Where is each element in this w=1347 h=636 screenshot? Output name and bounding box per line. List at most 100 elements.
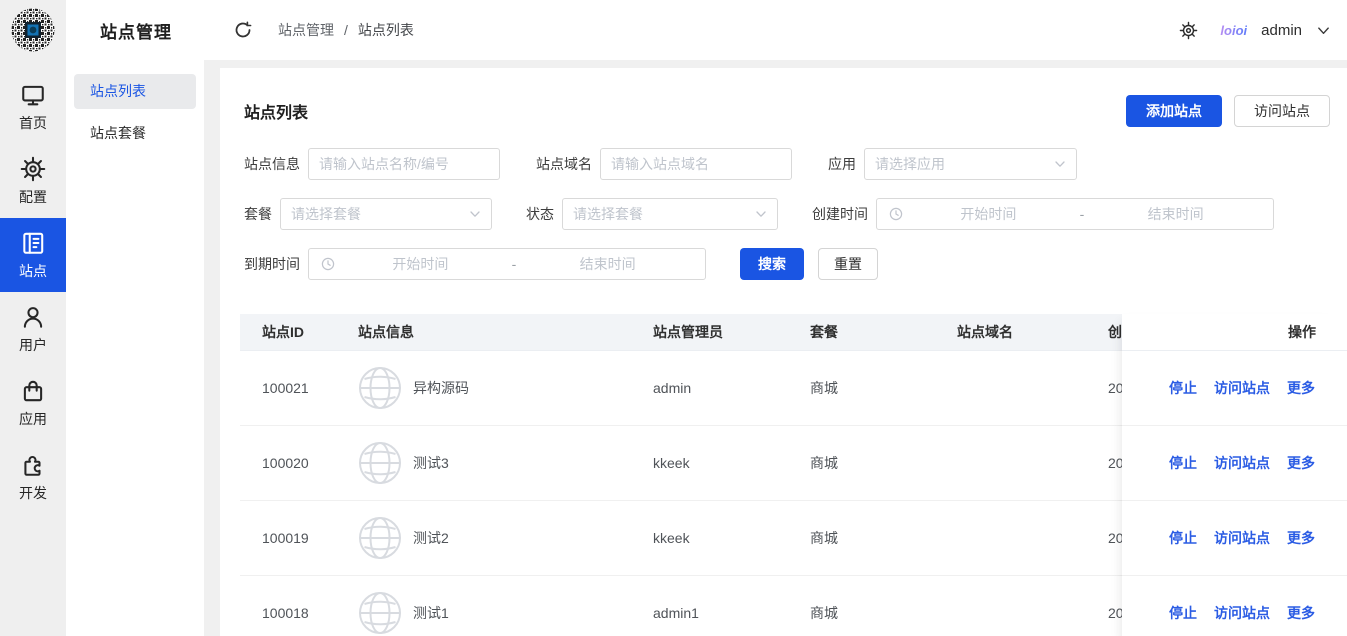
sidebar-item-label: 配置 <box>19 187 47 207</box>
site-name: 测试1 <box>413 603 449 623</box>
logo-area[interactable] <box>0 0 66 60</box>
more-link[interactable]: 更多 <box>1287 453 1315 473</box>
app-select[interactable]: 请选择应用 <box>864 148 1077 180</box>
col-actions: 操作 <box>1122 314 1347 351</box>
sidebar-item-sites[interactable]: 站点 <box>0 218 66 292</box>
expire-time-label: 到期时间 <box>244 254 300 274</box>
globe-icon <box>358 591 402 635</box>
breadcrumb-item[interactable]: 站点管理 <box>278 20 334 40</box>
more-link[interactable]: 更多 <box>1287 603 1315 623</box>
visit-site-button[interactable]: 访问站点 <box>1234 95 1330 127</box>
breadcrumb-item-current: 站点列表 <box>358 20 414 40</box>
site-list-card: 站点列表 添加站点 访问站点 站点信息 站点域名 应用 <box>220 68 1347 636</box>
created-start-input[interactable] <box>903 206 1074 222</box>
sidebar-item-users[interactable]: 用户 <box>0 292 66 366</box>
site-id: 100018 <box>240 605 340 621</box>
site-list-icon <box>20 230 46 256</box>
clock-icon <box>889 207 903 221</box>
submenu-item-site-list[interactable]: 站点列表 <box>74 74 196 109</box>
more-link[interactable]: 更多 <box>1287 528 1315 548</box>
sidebar-item-home[interactable]: 首页 <box>0 70 66 144</box>
page-title: 站点管理 <box>100 18 172 43</box>
site-info-label: 站点信息 <box>244 154 300 174</box>
sidebar-item-dev[interactable]: 开发 <box>0 440 66 514</box>
submenu-item-site-package[interactable]: 站点套餐 <box>74 116 196 151</box>
site-name: 异构源码 <box>413 378 469 398</box>
row-actions: 停止 访问站点 更多 <box>1122 501 1347 576</box>
sidebar-item-label: 开发 <box>19 483 47 503</box>
globe-icon <box>358 366 402 410</box>
stop-link[interactable]: 停止 <box>1169 603 1197 623</box>
stop-link[interactable]: 停止 <box>1169 528 1197 548</box>
visit-site-link[interactable]: 访问站点 <box>1214 453 1270 473</box>
sidebar-item-label: 应用 <box>19 409 47 429</box>
chevron-down-icon <box>1054 158 1066 170</box>
site-id: 100020 <box>240 455 340 471</box>
site-name: 测试3 <box>413 453 449 473</box>
reset-button[interactable]: 重置 <box>818 248 878 280</box>
sub-sidebar: 站点列表 站点套餐 <box>66 60 204 636</box>
chevron-down-icon[interactable] <box>1316 23 1331 38</box>
package-select[interactable]: 请选择套餐 <box>280 198 492 230</box>
visit-site-link[interactable]: 访问站点 <box>1214 528 1270 548</box>
search-button[interactable]: 搜索 <box>740 248 804 280</box>
row-actions: 停止 访问站点 更多 <box>1122 576 1347 636</box>
status-select[interactable]: 请选择套餐 <box>562 198 778 230</box>
breadcrumb-separator: / <box>344 22 348 38</box>
site-package: 商城 <box>790 528 940 548</box>
created-time-range[interactable]: - <box>876 198 1274 230</box>
monitor-icon <box>20 82 46 108</box>
created-time-label: 创建时间 <box>812 204 868 224</box>
gear-icon <box>20 156 46 182</box>
col-site-admin: 站点管理员 <box>635 322 790 342</box>
site-table: 站点ID 站点信息 站点管理员 套餐 站点域名 创建时间 100021 <box>240 314 1347 636</box>
site-id: 100021 <box>240 380 340 396</box>
site-package: 商城 <box>790 603 940 623</box>
row-actions: 停止 访问站点 更多 <box>1122 426 1347 501</box>
stop-link[interactable]: 停止 <box>1169 378 1197 398</box>
app-bag-icon <box>20 378 46 404</box>
qr-logo-icon <box>11 8 55 52</box>
filter-form: 站点信息 站点域名 应用 请选择应用 <box>220 127 1347 280</box>
stop-link[interactable]: 停止 <box>1169 453 1197 473</box>
site-package: 商城 <box>790 378 940 398</box>
package-label: 套餐 <box>244 204 272 224</box>
top-header: 站点管理 站点管理 / 站点列表 loioi <box>66 0 1347 60</box>
card-title: 站点列表 <box>244 99 308 123</box>
sidebar-item-label: 站点 <box>19 261 47 281</box>
chevron-down-icon <box>755 208 767 220</box>
site-admin: kkeek <box>635 455 790 471</box>
icon-rail-sidebar: 首页 配置 站点 <box>0 0 66 636</box>
expire-time-range[interactable]: - <box>308 248 706 280</box>
col-site-id: 站点ID <box>240 322 340 342</box>
sidebar-item-config[interactable]: 配置 <box>0 144 66 218</box>
more-link[interactable]: 更多 <box>1287 378 1315 398</box>
visit-site-link[interactable]: 访问站点 <box>1214 603 1270 623</box>
add-site-button[interactable]: 添加站点 <box>1126 95 1222 127</box>
user-icon <box>20 304 46 330</box>
site-admin: admin <box>635 380 790 396</box>
puzzle-icon <box>20 452 46 478</box>
clock-icon <box>321 257 335 271</box>
settings-gear-icon[interactable] <box>1179 21 1198 40</box>
expire-start-input[interactable] <box>335 256 506 272</box>
site-id: 100019 <box>240 530 340 546</box>
expire-end-input[interactable] <box>522 256 693 272</box>
created-end-input[interactable] <box>1090 206 1261 222</box>
col-site-info: 站点信息 <box>340 322 635 342</box>
sidebar-item-label: 首页 <box>19 113 47 133</box>
app-window: 首页 配置 站点 <box>0 0 1347 636</box>
row-actions: 停止 访问站点 更多 <box>1122 351 1347 426</box>
app-label: 应用 <box>828 154 856 174</box>
sidebar-item-apps[interactable]: 应用 <box>0 366 66 440</box>
site-info-input[interactable] <box>308 148 500 180</box>
visit-site-link[interactable]: 访问站点 <box>1214 378 1270 398</box>
status-label: 状态 <box>526 204 554 224</box>
site-domain-input[interactable] <box>600 148 792 180</box>
rail-items: 首页 配置 站点 <box>0 60 66 514</box>
refresh-icon[interactable] <box>234 21 252 39</box>
user-menu[interactable]: admin <box>1261 22 1302 39</box>
brand-text: loioi <box>1220 23 1247 38</box>
site-name: 测试2 <box>413 528 449 548</box>
col-package: 套餐 <box>790 322 940 342</box>
